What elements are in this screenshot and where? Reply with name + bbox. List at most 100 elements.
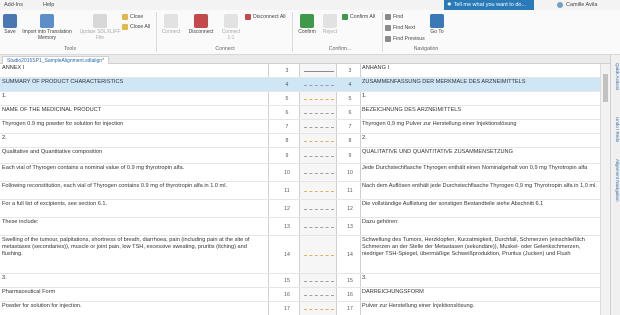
table-row[interactable]: NAME OF THE MEDICINAL PRODUCT 6 6 BEZEICHNU… (0, 106, 610, 120)
find-next-button[interactable]: Find Next (385, 24, 415, 32)
alignment-connector[interactable] (304, 71, 334, 72)
side-tab-undo-redo[interactable]: Undo / Redo (612, 117, 620, 142)
side-tab-quick-actions[interactable]: Quick Actions (612, 63, 620, 90)
target-segment[interactable]: ZUSAMMENFASSUNG DER MERKMALE DES ARZNEIM… (362, 78, 600, 86)
target-segment[interactable]: Thyrogen 0,9 mg Pulver zur Herstellung e… (362, 120, 600, 128)
find-previous-button[interactable]: Find Previous (385, 35, 425, 43)
disconnect-all-button[interactable]: Disconnect All (245, 13, 286, 21)
document-tab[interactable]: Studio2015SP1_SampleAlignment.sdlalign* (2, 56, 110, 64)
connect-button[interactable]: Connect (158, 14, 184, 35)
source-segment[interactable]: Each vial of Thyrogen contains a nominal… (2, 164, 268, 172)
target-segment-number: 5 (348, 96, 352, 102)
vertical-scrollbar[interactable] (600, 64, 610, 315)
table-row[interactable]: Qualitative and Quantitative composition… (0, 148, 610, 164)
scrollbar-thumb[interactable] (603, 74, 608, 102)
goto-button[interactable]: Go To (428, 14, 446, 35)
navigation-group-label: Navigation (413, 46, 439, 52)
target-segment[interactable]: 1. (362, 92, 600, 100)
reject-button[interactable]: Reject (320, 14, 340, 35)
source-segment-number: 16 (284, 292, 290, 298)
import-icon (40, 14, 54, 28)
disconnect-all-label: Disconnect All (253, 14, 286, 20)
tell-me-box[interactable]: ✹ Tell me what you want to do... (444, 0, 534, 10)
alignment-connector[interactable] (304, 141, 334, 142)
target-segment-number: 12 (347, 206, 353, 212)
target-segment[interactable]: Die vollständige Auflistung der sonstige… (362, 200, 600, 208)
update-icon (93, 14, 107, 28)
source-segment[interactable]: Pharmaceutical Form (2, 288, 268, 296)
source-segment-number: 15 (284, 278, 290, 284)
alignment-connector[interactable] (304, 295, 334, 296)
source-segment[interactable]: Swelling of the tumour, palpitations, sh… (2, 236, 268, 258)
source-segment[interactable]: For a full list of excipients, see secti… (2, 200, 268, 208)
target-segment[interactable]: DARREICHUNGSFORM (362, 288, 600, 296)
source-segment[interactable]: Qualitative and Quantitative composition (2, 148, 268, 156)
source-segment[interactable]: SUMMARY OF PRODUCT CHARACTERISTICS (2, 78, 268, 86)
alignment-connector[interactable] (304, 191, 334, 192)
close-all-button[interactable]: Close All (122, 23, 150, 31)
find-next-icon (385, 25, 391, 31)
confirm-all-label: Confirm All (350, 14, 376, 20)
menu-help[interactable]: Help (39, 2, 58, 8)
alignment-connector[interactable] (304, 99, 334, 100)
target-segment[interactable]: Dazu gehören: (362, 218, 600, 226)
table-row[interactable]: Pharmaceutical Form 16 16 DARREICHUNGSFORM (0, 288, 610, 302)
connect-11-button[interactable]: Connect 1:1 (218, 14, 244, 41)
alignment-connector[interactable] (304, 209, 334, 210)
table-row[interactable]: Following reconstitution, each vial of T… (0, 182, 610, 200)
target-segment[interactable]: ANHANG I (362, 64, 600, 72)
source-segment[interactable]: 1. (2, 92, 268, 100)
source-segment[interactable]: NAME OF THE MEDICINAL PRODUCT (2, 106, 268, 114)
target-segment[interactable]: Schwellung des Tumors, Herzklopfen, Kurz… (362, 236, 600, 258)
find-label: Find (393, 14, 404, 20)
table-row[interactable]: 3. 15 15 3. (0, 274, 610, 288)
source-segment[interactable]: ANNEX I (2, 64, 268, 72)
alignment-connector[interactable] (304, 309, 334, 310)
source-segment[interactable]: 2. (2, 134, 268, 142)
source-segment[interactable]: Thyrogen 0.9 mg powder for solution for … (2, 120, 268, 128)
update-sdlxliff-button[interactable]: Update SDLXLIFF File (78, 14, 122, 41)
import-tm-button[interactable]: Import into Translation Memory (20, 14, 74, 41)
target-segment[interactable]: 2. (362, 134, 600, 142)
target-segment[interactable]: Nach dem Auflösen enthält jede Durchstec… (362, 182, 600, 190)
alignment-connector[interactable] (304, 85, 334, 86)
table-row[interactable]: These include: 13 13 Dazu gehören: (0, 218, 610, 236)
user-account[interactable]: Camille Avila (557, 0, 597, 10)
table-row[interactable]: Swelling of the tumour, palpitations, sh… (0, 236, 610, 274)
confirm-button[interactable]: Confirm (294, 14, 320, 35)
alignment-connector[interactable] (304, 173, 334, 174)
alignment-connector[interactable] (304, 255, 334, 256)
alignment-connector[interactable] (304, 281, 334, 282)
target-segment[interactable]: Pulver zur Herstellung einer Injektionsl… (362, 302, 600, 310)
table-row[interactable]: For a full list of excipients, see secti… (0, 200, 610, 218)
target-segment[interactable]: 3. (362, 274, 600, 282)
table-row[interactable]: Powder for solution for injection. 17 17 Pu… (0, 302, 610, 315)
goto-icon (430, 14, 444, 28)
target-segment[interactable]: QUALITATIVE UND QUANTITATIVE ZUSAMMENSET… (362, 148, 600, 156)
side-tab-alignment-navigation[interactable]: Alignment Navigation (612, 159, 620, 202)
table-row[interactable]: 2. 8 8 2. (0, 134, 610, 148)
source-segment[interactable]: Following reconstitution, each vial of T… (2, 182, 268, 190)
table-row[interactable]: SUMMARY OF PRODUCT CHARACTERISTICS 4 4 ZUSA… (0, 78, 610, 92)
disconnect-button[interactable]: Disconnect (186, 14, 216, 35)
source-segment-number: 13 (284, 224, 290, 230)
source-segment-number: 11 (284, 188, 290, 194)
menu-add-ins[interactable]: Add-Ins (0, 2, 27, 8)
save-button[interactable]: Save (2, 14, 18, 35)
find-button[interactable]: Find (385, 13, 403, 21)
confirm-all-button[interactable]: Confirm All (342, 13, 375, 21)
alignment-connector[interactable] (304, 127, 334, 128)
table-row[interactable]: ANNEX I 3 3 ANHANG I (0, 64, 610, 78)
source-segment[interactable]: Powder for solution for injection. (2, 302, 268, 310)
close-button[interactable]: Close (122, 13, 143, 21)
alignment-connector[interactable] (304, 227, 334, 228)
table-row[interactable]: 1. 5 5 1. (0, 92, 610, 106)
table-row[interactable]: Thyrogen 0.9 mg powder for solution for … (0, 120, 610, 134)
table-row[interactable]: Each vial of Thyrogen contains a nominal… (0, 164, 610, 182)
alignment-connector[interactable] (304, 113, 334, 114)
source-segment[interactable]: 3. (2, 274, 268, 282)
target-segment[interactable]: BEZEICHNUNG DES ARZNEIMITTELS (362, 106, 600, 114)
source-segment[interactable]: These include: (2, 218, 268, 226)
target-segment[interactable]: Jede Durchstechflasche Thyrogen enthält … (362, 164, 600, 172)
alignment-connector[interactable] (304, 156, 334, 157)
